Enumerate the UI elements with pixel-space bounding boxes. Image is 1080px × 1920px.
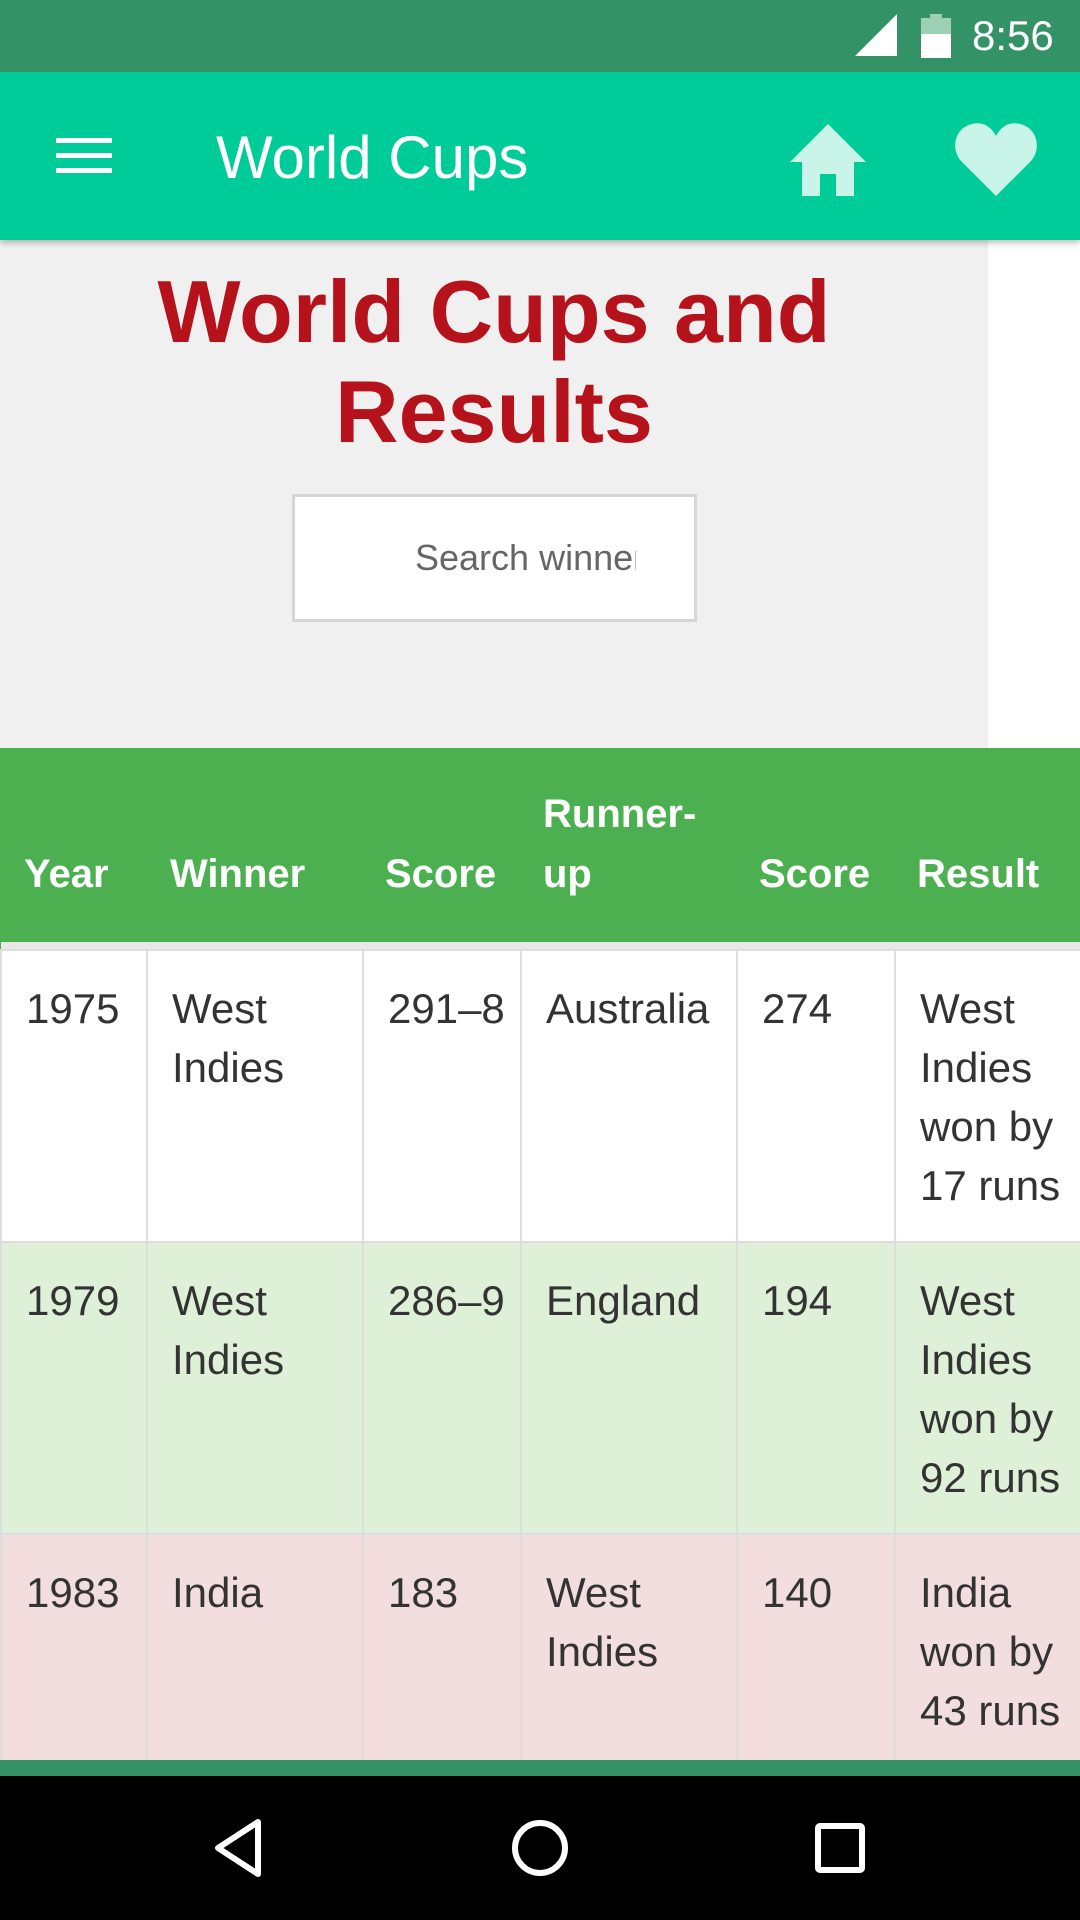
- cell-result: India won by 43 runs: [894, 1533, 1080, 1760]
- column-header-result[interactable]: Result: [895, 748, 1080, 942]
- column-header-winner[interactable]: Winner: [147, 748, 363, 942]
- hamburger-menu-icon[interactable]: [40, 116, 128, 196]
- cell-runner-up: West Indies: [520, 1533, 738, 1760]
- search-input[interactable]: [415, 497, 636, 619]
- cell-winner: India: [146, 1533, 364, 1760]
- column-header-year[interactable]: Year: [1, 748, 147, 942]
- column-header-winner-score[interactable]: Score: [363, 748, 521, 942]
- cell-result: West Indies won by 17 runs: [894, 949, 1080, 1243]
- recents-square-icon[interactable]: [795, 1806, 885, 1890]
- back-triangle-icon[interactable]: [196, 1806, 286, 1890]
- content-bottom-edge: [0, 1760, 1080, 1776]
- right-margin: [988, 240, 1080, 748]
- status-bar: 8:56: [0, 0, 1080, 72]
- cell-year: 1983: [0, 1533, 148, 1760]
- results-table: Year Winner Score Runner-up Score Result…: [0, 748, 1080, 1760]
- cell-winner-score: 183: [362, 1533, 522, 1760]
- results-table-container[interactable]: Year Winner Score Runner-up Score Result…: [0, 748, 1080, 1760]
- cell-result: West Indies won by 92 runs: [894, 1241, 1080, 1535]
- system-navigation-bar: [0, 1776, 1080, 1920]
- search-box[interactable]: [292, 494, 697, 622]
- header-divider: [1, 942, 1080, 950]
- battery-icon: [921, 14, 951, 58]
- clock: 8:56: [972, 12, 1054, 59]
- cell-runner-score: 194: [736, 1241, 896, 1535]
- home-icon[interactable]: [780, 112, 876, 208]
- page-title: World Cups and Results: [157, 262, 831, 461]
- signal-icon: [855, 14, 897, 56]
- cell-winner-score: 291–8: [362, 949, 522, 1243]
- cell-runner-score: 274: [736, 949, 896, 1243]
- cell-runner-up: Australia: [520, 949, 738, 1243]
- table-header-row: Year Winner Score Runner-up Score Result: [1, 748, 1080, 942]
- column-header-runner-score[interactable]: Score: [737, 748, 895, 942]
- heart-icon[interactable]: [950, 112, 1042, 204]
- cell-runner-score: 140: [736, 1533, 896, 1760]
- header-section: World Cups and Results: [0, 240, 988, 748]
- cell-winner: West Indies: [146, 949, 364, 1243]
- table-row: 1975 West Indies 291–8 Australia 274 Wes…: [0, 949, 1080, 1243]
- table-row: 1983 India 183 West Indies 140 India won…: [0, 1533, 1080, 1760]
- table-row: 1979 West Indies 286–9 England 194 West …: [0, 1241, 1080, 1535]
- toolbar-title: World Cups: [216, 124, 529, 191]
- cell-year: 1975: [0, 949, 148, 1243]
- cell-year: 1979: [0, 1241, 148, 1535]
- home-circle-icon[interactable]: [495, 1806, 585, 1890]
- cell-runner-up: England: [520, 1241, 738, 1535]
- app-toolbar: World Cups: [0, 72, 1080, 240]
- column-header-runner-up[interactable]: Runner-up: [521, 748, 737, 942]
- cell-winner-score: 286–9: [362, 1241, 522, 1535]
- cell-winner: West Indies: [146, 1241, 364, 1535]
